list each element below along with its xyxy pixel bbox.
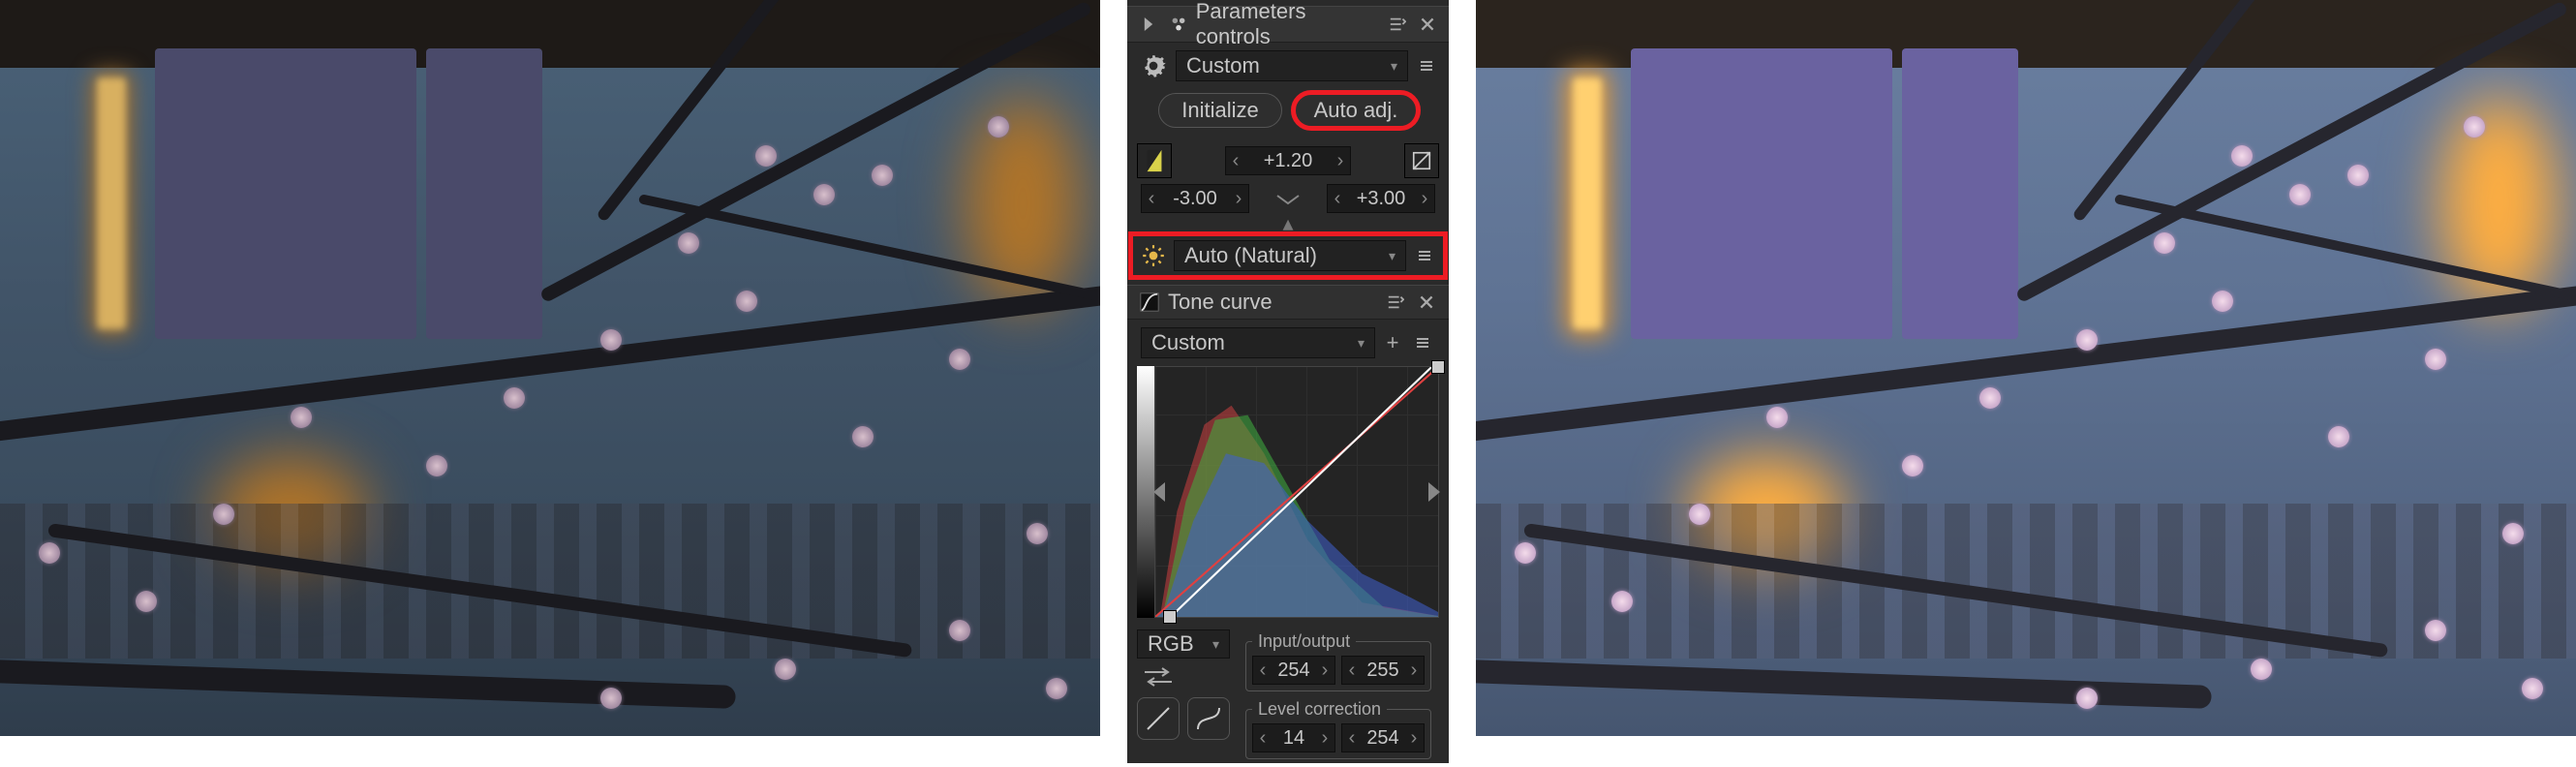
level-lo-dec[interactable]: ‹ xyxy=(1253,727,1273,750)
io-output-spinner[interactable]: ‹ 255 › xyxy=(1341,656,1425,685)
exposure-max-value: +3.00 xyxy=(1347,188,1415,210)
chevron-down-icon: ▾ xyxy=(1389,248,1395,264)
output-gradient xyxy=(1137,366,1154,618)
exposure-min-value: -3.00 xyxy=(1161,188,1229,210)
histogram[interactable] xyxy=(1154,366,1439,618)
level-lo-inc[interactable]: › xyxy=(1315,727,1334,750)
tonecurve-editor[interactable] xyxy=(1137,366,1439,618)
exposure-max-inc[interactable]: › xyxy=(1415,188,1434,210)
exposure-inc[interactable]: › xyxy=(1331,150,1350,172)
auto-adj-label: Auto adj. xyxy=(1314,98,1398,123)
whitebalance-value: Auto (Natural) xyxy=(1184,243,1317,268)
io-input-dec[interactable]: ‹ xyxy=(1253,660,1273,682)
exposure-value-spinner[interactable]: ‹ +1.20 › xyxy=(1225,146,1351,175)
channel-dropdown[interactable]: RGB ▾ xyxy=(1137,629,1230,659)
input-output-group: Input/output ‹ 254 › ‹ 255 › xyxy=(1245,631,1431,691)
chevron-down-icon: ▾ xyxy=(1391,58,1397,75)
tonecurve-title: Tone curve xyxy=(1168,290,1273,315)
preset-menu-icon[interactable] xyxy=(1414,53,1439,78)
whitebalance-menu-icon[interactable] xyxy=(1412,243,1437,268)
tonecurve-preset-add-icon[interactable]: + xyxy=(1381,330,1404,355)
initialize-label: Initialize xyxy=(1181,98,1258,123)
parameters-panel: Parameters controls Custom ▾ Initialize … xyxy=(1127,0,1449,763)
tonecurve-close-icon[interactable] xyxy=(1414,290,1439,315)
level-hi-spinner[interactable]: ‹ 254 › xyxy=(1341,723,1425,752)
tonecurve-icon xyxy=(1137,290,1162,315)
chevron-down-icon: ▾ xyxy=(1358,335,1365,352)
sun-icon xyxy=(1139,243,1168,268)
exposure-dec[interactable]: ‹ xyxy=(1226,150,1245,172)
preset-dropdown[interactable]: Custom ▾ xyxy=(1176,50,1408,81)
level-hi-value: 254 xyxy=(1362,727,1404,750)
exposure-value: +1.20 xyxy=(1245,150,1331,172)
io-output-inc[interactable]: › xyxy=(1404,660,1424,682)
close-icon[interactable] xyxy=(1416,12,1439,37)
io-output-dec[interactable]: ‹ xyxy=(1342,660,1362,682)
parameters-icon xyxy=(1166,12,1189,37)
tonecurve-preset-value: Custom xyxy=(1151,330,1225,355)
io-input-inc[interactable]: › xyxy=(1315,660,1334,682)
chevron-right-icon[interactable] xyxy=(1137,12,1160,37)
panel-header: Parameters controls xyxy=(1127,6,1449,43)
tonecurve-menu-icon[interactable] xyxy=(1383,290,1408,315)
after-image xyxy=(1476,0,2576,736)
level-lo-spinner[interactable]: ‹ 14 › xyxy=(1252,723,1335,752)
initialize-button[interactable]: Initialize xyxy=(1158,93,1282,128)
before-image xyxy=(0,0,1100,736)
level-label: Level correction xyxy=(1252,699,1387,720)
s-curve-button[interactable] xyxy=(1187,697,1230,740)
exposure-max-dec[interactable]: ‹ xyxy=(1328,188,1347,210)
level-hi-dec[interactable]: ‹ xyxy=(1342,727,1362,750)
curve-handle-white[interactable] xyxy=(1431,360,1445,374)
histogram-left-slider[interactable] xyxy=(1153,482,1165,502)
level-lo-value: 14 xyxy=(1273,727,1315,750)
curve-handle-black[interactable] xyxy=(1163,610,1177,624)
whitebalance-dropdown[interactable]: Auto (Natural) ▾ xyxy=(1174,240,1406,271)
level-correction-group: Level correction ‹ 14 › ‹ 254 › xyxy=(1245,699,1431,759)
exposure-min-dec[interactable]: ‹ xyxy=(1142,188,1161,210)
exposure-expand-toggle[interactable] xyxy=(1259,190,1317,207)
channel-value: RGB xyxy=(1148,631,1194,657)
io-output-value: 255 xyxy=(1362,660,1404,682)
swap-channels-icon[interactable] xyxy=(1137,664,1230,690)
exposure-tool-icon[interactable] xyxy=(1137,143,1172,178)
tonecurve-preset-menu-icon[interactable] xyxy=(1410,330,1435,355)
linear-curve-button[interactable] xyxy=(1137,697,1180,740)
panel-menu-icon[interactable] xyxy=(1386,12,1409,37)
tonecurve-header: Tone curve xyxy=(1127,285,1449,320)
preset-value: Custom xyxy=(1186,53,1260,78)
io-input-value: 254 xyxy=(1273,660,1315,682)
section-collapse-icon[interactable]: ▴ xyxy=(1127,219,1449,229)
histogram-right-slider[interactable] xyxy=(1428,482,1440,502)
exposure-max-spinner[interactable]: ‹ +3.00 › xyxy=(1327,184,1435,213)
io-label: Input/output xyxy=(1252,631,1356,652)
level-hi-inc[interactable]: › xyxy=(1404,727,1424,750)
exposure-min-spinner[interactable]: ‹ -3.00 › xyxy=(1141,184,1249,213)
exposure-reset-icon[interactable] xyxy=(1404,143,1439,178)
io-input-spinner[interactable]: ‹ 254 › xyxy=(1252,656,1335,685)
tonecurve-preset-dropdown[interactable]: Custom ▾ xyxy=(1141,327,1375,358)
exposure-min-inc[interactable]: › xyxy=(1229,188,1248,210)
gear-icon[interactable] xyxy=(1137,53,1170,78)
auto-adj-button[interactable]: Auto adj. xyxy=(1294,93,1418,128)
chevron-down-icon: ▾ xyxy=(1212,636,1219,653)
